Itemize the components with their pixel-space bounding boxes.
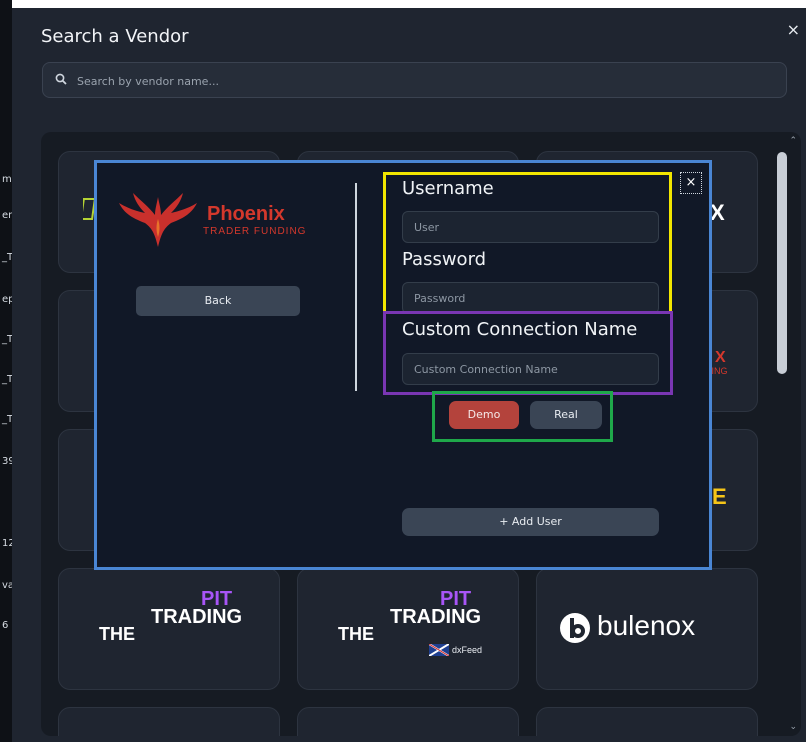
strip-text: _Ti: [2, 252, 12, 263]
vendor-card-bulenox[interactable]: bulenox: [536, 568, 758, 690]
custom-name-highlight-box: [383, 311, 673, 395]
modal-close-button[interactable]: ×: [680, 172, 702, 194]
strip-text: ep: [2, 294, 12, 305]
vendor-search-box[interactable]: [42, 62, 787, 98]
credentials-highlight-box: [383, 172, 672, 314]
phoenix-bird-icon: [119, 193, 197, 247]
vendor-card-the-trading-pit[interactable]: PIT TRADING THE: [58, 568, 280, 690]
add-connection-modal: × Phoenix TRADER FUNDING Back Username P…: [94, 160, 712, 570]
strip-text: _Ti: [2, 374, 12, 385]
strip-text: 12: [2, 538, 12, 549]
vendor-card[interactable]: [297, 707, 519, 736]
phoenix-logo-name: Phoenix: [207, 203, 285, 225]
logo-the-text: THE: [338, 624, 374, 644]
background-app-strip: m er _Ti ep _Ti _Ti _Ti 39: 12 va 6: [0, 0, 12, 742]
vendor-card[interactable]: [58, 707, 280, 736]
panel-close-button[interactable]: ×: [787, 20, 800, 39]
strip-text: 6: [2, 620, 9, 631]
account-type-highlight-box: [432, 391, 613, 442]
logo-trading-text: TRADING: [151, 606, 243, 628]
dxfeed-badge-text: dxFeed: [452, 645, 483, 655]
add-user-button[interactable]: + Add User: [402, 508, 659, 536]
vertical-divider: [355, 183, 357, 391]
bulenox-logo-text: bulenox: [597, 610, 696, 641]
back-button[interactable]: Back: [136, 286, 300, 316]
bulenox-logo-icon: [560, 613, 590, 643]
the-trading-pit-logo: PIT TRADING THE: [99, 589, 249, 659]
strip-text: er: [2, 210, 12, 221]
logo-the-text: THE: [99, 624, 135, 644]
strip-text: va: [2, 580, 12, 591]
strip-text: _Ti: [2, 414, 12, 425]
scroll-down-arrow-icon[interactable]: ⌄: [789, 722, 797, 732]
vendor-card[interactable]: [536, 707, 758, 736]
panel-title: Search a Vendor: [41, 26, 189, 47]
dxfeed-flag-icon: [429, 644, 449, 656]
search-input[interactable]: [77, 68, 767, 94]
scroll-up-arrow-icon[interactable]: ⌃: [789, 136, 797, 146]
strip-text: 39:: [2, 456, 12, 467]
logo-trading-text: TRADING: [390, 606, 482, 628]
vendor-card-the-trading-pit-dxfeed[interactable]: PIT TRADING THE dxFeed: [297, 568, 519, 690]
vendor-logo-fragment: X: [710, 200, 725, 225]
vendor-grid-scrollbar[interactable]: [777, 152, 787, 374]
vendor-logo-fragment: X: [715, 349, 726, 366]
vendor-logo-fragment: E: [712, 484, 727, 509]
search-icon: [55, 73, 67, 85]
phoenix-logo-tagline: TRADER FUNDING: [203, 226, 307, 237]
strip-text: m: [2, 174, 12, 185]
strip-text: _Ti: [2, 334, 12, 345]
